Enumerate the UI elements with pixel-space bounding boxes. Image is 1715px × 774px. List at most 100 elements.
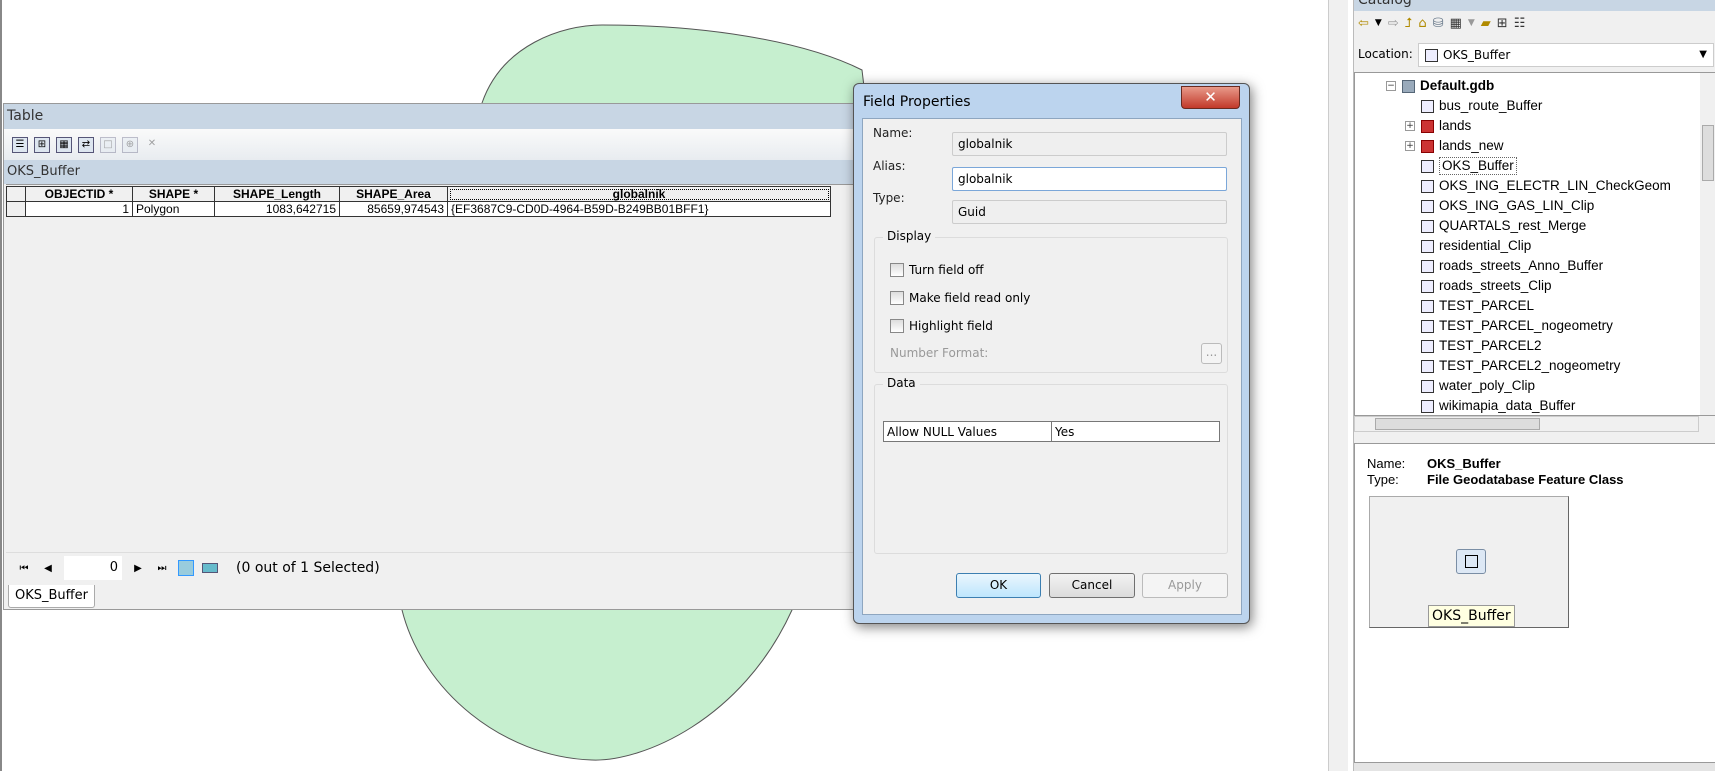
data-group-title: Data <box>883 376 920 390</box>
tree-item-label: residential_Clip <box>1439 238 1532 253</box>
location-combobox[interactable]: OKS_Buffer ▼ <box>1418 43 1714 67</box>
select-by-attributes-icon[interactable]: ▦ <box>56 136 72 153</box>
tree-item[interactable]: OKS_ING_GAS_LIN_Clip <box>1421 196 1594 216</box>
tree-item-label: water_poly_Clip <box>1439 378 1536 393</box>
geodatabase-icon <box>1402 79 1415 93</box>
view-options-icon[interactable]: ▦ <box>1450 16 1462 31</box>
tree-item-label: TEST_PARCEL <box>1439 298 1535 313</box>
polygon-feature-class-icon <box>1421 99 1434 113</box>
tree-item-default-gdb[interactable]: Default.gdb <box>1402 76 1494 96</box>
tree-item-label: roads_streets_Clip <box>1439 278 1552 293</box>
record-navigation: ⏮ ◀ 0 ▶ ⏭ (0 out of 1 Selected) <box>6 552 858 583</box>
property-value[interactable]: Yes <box>1051 421 1220 442</box>
back-icon[interactable]: ⇦ <box>1358 16 1369 31</box>
forward-icon[interactable]: ⇨ <box>1388 16 1399 31</box>
last-record-icon[interactable]: ⏭ <box>154 563 170 574</box>
cancel-button[interactable]: Cancel <box>1049 573 1135 598</box>
checkbox-label: Make field read only <box>909 291 1031 305</box>
layer-name: OKS_Buffer <box>4 160 862 184</box>
cell[interactable]: 1083,642715 <box>214 201 340 217</box>
preview-type-label: Type: <box>1367 472 1399 487</box>
column-header[interactable]: SHAPE_Length <box>214 186 340 202</box>
cell[interactable]: 1 <box>25 201 133 217</box>
polygon-feature-class-icon <box>1421 159 1434 173</box>
map-scrollbar[interactable] <box>1328 0 1348 771</box>
delete-selected-icon[interactable]: ✕ <box>144 137 160 153</box>
first-record-icon[interactable]: ⏮ <box>16 563 32 574</box>
tree-item[interactable]: bus_route_Buffer <box>1421 96 1542 116</box>
related-tables-icon[interactable]: ⊞ <box>34 136 50 153</box>
tree-item[interactable]: residential_Clip <box>1421 236 1531 256</box>
table-title: Table <box>4 104 862 129</box>
record-number-input[interactable]: 0 <box>64 556 122 580</box>
alias-input[interactable]: globalnik <box>952 167 1227 191</box>
tree-item[interactable]: water_poly_Clip <box>1421 376 1535 396</box>
tree-horizontal-scrollbar[interactable] <box>1354 416 1699 432</box>
switch-selection-icon[interactable]: ⇄ <box>78 136 94 153</box>
tree-item[interactable]: lands_new <box>1421 136 1504 156</box>
catalog-tabs[interactable] <box>1354 763 1715 771</box>
apply-button[interactable]: Apply <box>1142 573 1228 598</box>
read-only-checkbox[interactable]: Make field read only <box>890 291 1030 305</box>
type-field: Guid <box>952 200 1227 224</box>
next-record-icon[interactable]: ▶ <box>130 563 146 574</box>
polygon-feature-class-icon <box>1421 299 1434 313</box>
cell[interactable]: Polygon <box>132 201 215 217</box>
data-properties-table: Allow NULL Values Yes <box>883 421 1220 442</box>
number-format-button[interactable]: ... <box>1201 343 1222 364</box>
ok-button[interactable]: OK <box>956 573 1041 598</box>
tree-item[interactable]: wikimapia_data_Buffer <box>1421 396 1575 415</box>
table-tab[interactable]: OKS_Buffer <box>8 585 95 608</box>
home-icon[interactable]: ⌂ <box>1418 16 1426 31</box>
tree-item-label: lands_new <box>1439 138 1504 153</box>
up-one-level-icon[interactable]: ⮥ <box>1405 16 1413 31</box>
tree-item[interactable]: OKS_Buffer <box>1421 156 1517 176</box>
options-icon[interactable]: ☷ <box>1514 16 1526 31</box>
table-options-icon[interactable]: ☰ <box>12 136 28 153</box>
select-all-cell[interactable] <box>6 186 26 202</box>
turn-field-off-checkbox[interactable]: Turn field off <box>890 263 984 277</box>
chevron-down-icon[interactable]: ▼ <box>1699 44 1707 66</box>
table-row[interactable]: 1 Polygon 1083,642715 85659,974543 {EF36… <box>6 201 831 217</box>
show-selected-records-icon[interactable] <box>202 563 218 573</box>
tree-item[interactable]: lands <box>1421 116 1471 136</box>
default-geodatabase-icon[interactable]: ⛁ <box>1433 16 1444 31</box>
selection-status: (0 out of 1 Selected) <box>236 560 380 576</box>
tree-item[interactable]: TEST_PARCEL2_nogeometry <box>1421 356 1620 376</box>
tree-item-label: QUARTALS_rest_Merge <box>1439 218 1587 233</box>
column-header[interactable]: OBJECTID * <box>25 186 133 202</box>
cell[interactable]: {EF3687C9-CD0D-4964-B59D-B249BB01BFF1} <box>447 201 831 217</box>
tree-item[interactable]: TEST_PARCEL_nogeometry <box>1421 316 1613 336</box>
catalog-title: Catalog <box>1354 0 1715 11</box>
tree-item[interactable]: roads_streets_Clip <box>1421 276 1552 296</box>
column-header[interactable]: globalnik <box>447 186 831 202</box>
tree-item-label: OKS_Buffer <box>1439 157 1517 175</box>
collapse-icon[interactable]: − <box>1386 81 1396 91</box>
table-row[interactable]: Allow NULL Values Yes <box>883 421 1220 442</box>
item-thumbnail[interactable]: OKS_Buffer <box>1369 496 1569 628</box>
connect-folder-icon[interactable]: ▰ <box>1481 16 1491 31</box>
expand-icon[interactable]: + <box>1405 141 1415 151</box>
previous-record-icon[interactable]: ◀ <box>40 563 56 574</box>
show-all-records-icon[interactable] <box>178 560 194 576</box>
clear-selection-icon[interactable]: □ <box>100 136 116 153</box>
expand-icon[interactable]: + <box>1405 121 1415 131</box>
tree-scrollbar[interactable] <box>1700 73 1715 415</box>
cell[interactable]: 85659,974543 <box>339 201 448 217</box>
polygon-feature-class-icon <box>1425 49 1438 62</box>
toggle-contents-icon[interactable]: ⊞ <box>1497 16 1508 31</box>
tree-item[interactable]: roads_streets_Anno_Buffer <box>1421 256 1603 276</box>
view-dropdown-icon[interactable]: ▼ <box>1468 18 1475 28</box>
tree-item[interactable]: TEST_PARCEL2 <box>1421 336 1542 356</box>
tree-item[interactable]: TEST_PARCEL <box>1421 296 1534 316</box>
column-header[interactable]: SHAPE * <box>132 186 215 202</box>
zoom-to-selected-icon[interactable]: ⊕ <box>122 136 138 153</box>
highlight-field-checkbox[interactable]: Highlight field <box>890 319 993 333</box>
close-button[interactable]: ✕ <box>1181 86 1240 109</box>
tree-item[interactable]: OKS_ING_ELECTR_LIN_CheckGeom <box>1421 176 1671 196</box>
row-selector[interactable] <box>6 201 26 217</box>
back-dropdown-icon[interactable]: ▼ <box>1375 18 1382 28</box>
tree-item[interactable]: QUARTALS_rest_Merge <box>1421 216 1586 236</box>
column-header[interactable]: SHAPE_Area <box>339 186 448 202</box>
polygon-feature-class-icon <box>1421 239 1434 253</box>
